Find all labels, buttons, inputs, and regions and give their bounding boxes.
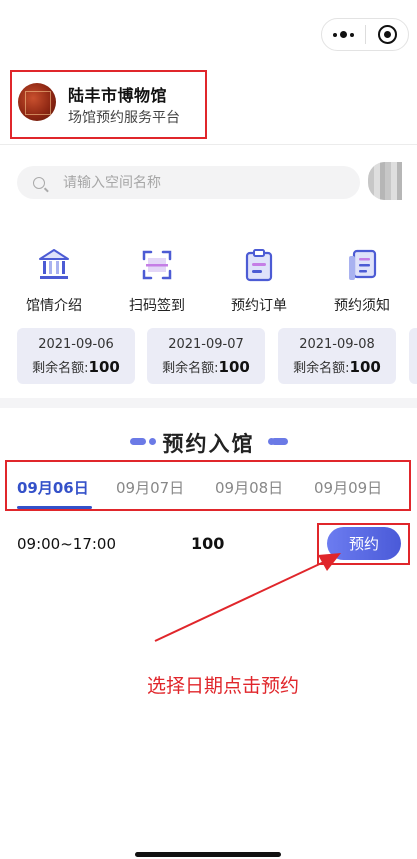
home-indicator bbox=[135, 852, 281, 857]
annotation-hint: 选择日期点击预约 bbox=[147, 675, 300, 697]
annotation-arrow bbox=[154, 553, 341, 642]
